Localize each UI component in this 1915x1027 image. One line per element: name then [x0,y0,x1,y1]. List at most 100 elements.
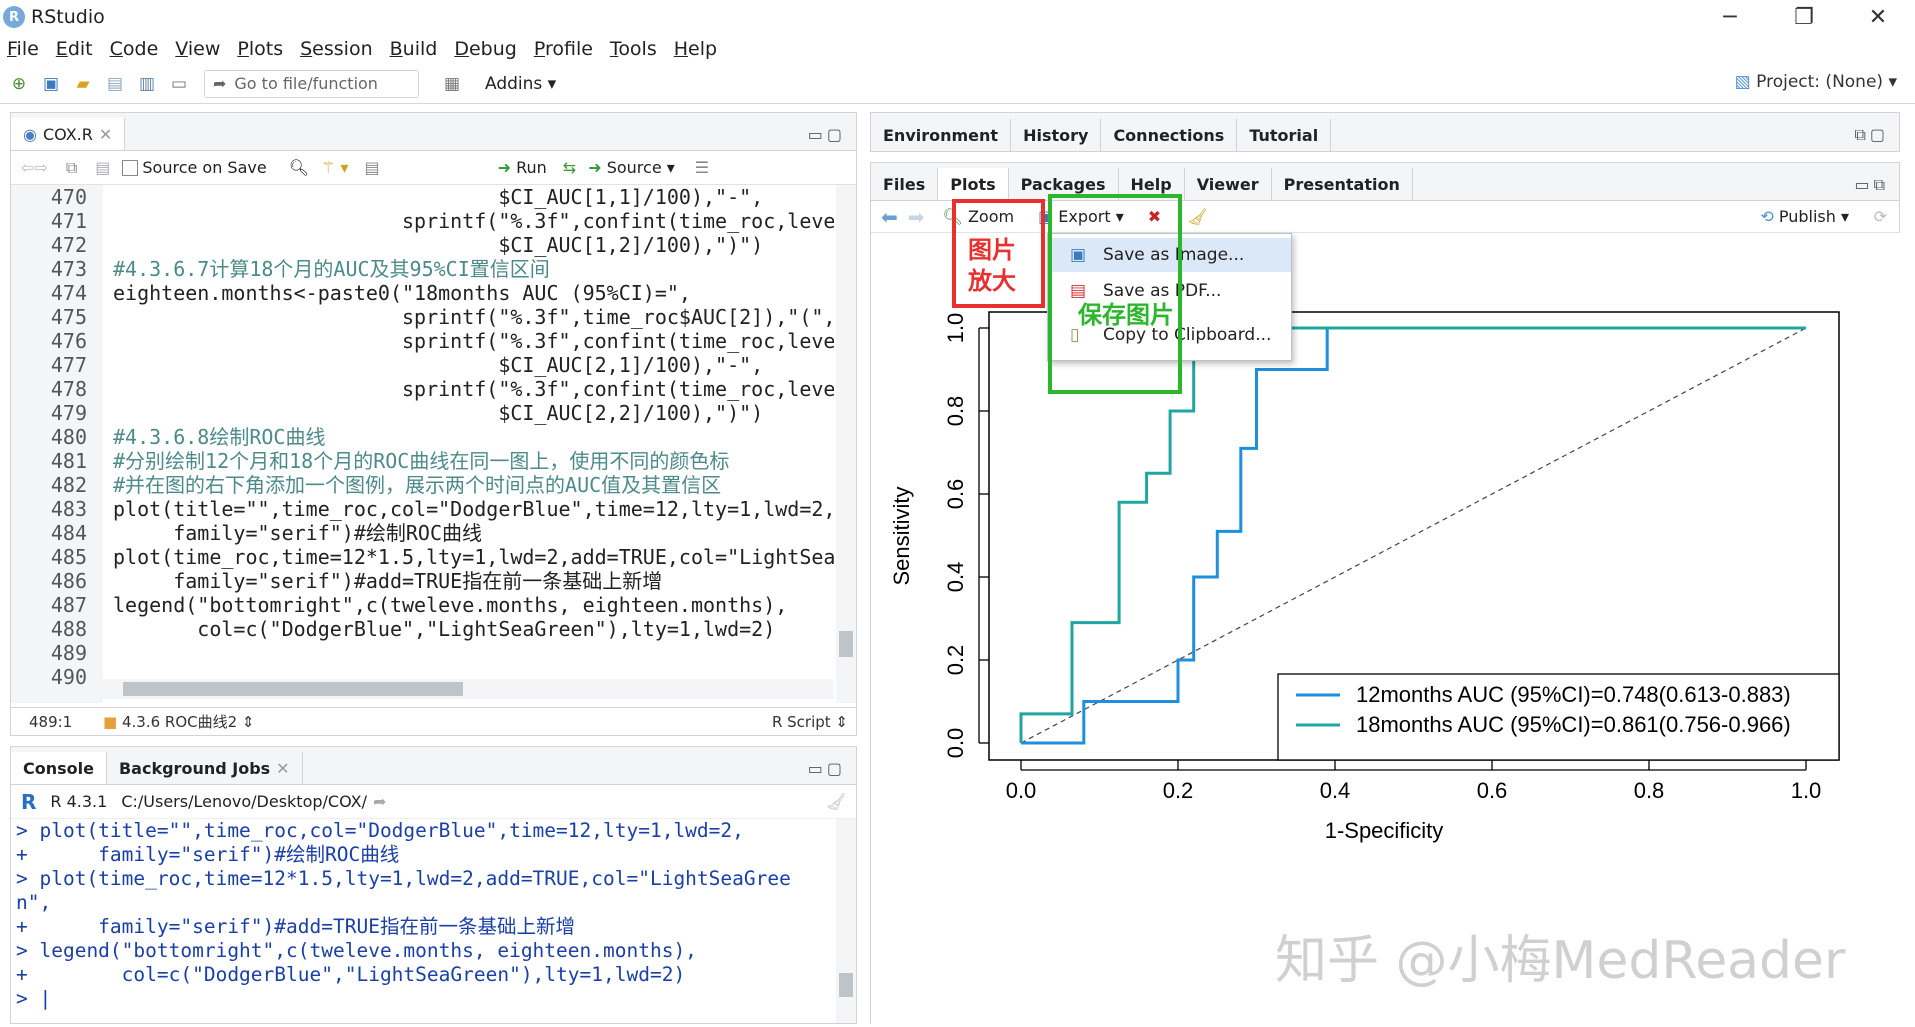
code-line[interactable]: $CI_AUC[2,1]/100),"-", [113,353,834,377]
code-line[interactable]: #并在图的右下角添加一个图例，展示两个时间点的AUC值及其置信区 [113,473,834,497]
print-icon[interactable]: ▭ [166,71,192,97]
files-tabstrip: Files Plots Packages Help Viewer Present… [871,163,1899,201]
source-button[interactable]: ➜ Source ▾ [588,158,675,177]
show-in-window-icon[interactable]: ⧉ [66,158,77,178]
refresh-icon[interactable]: ⟳ [1874,207,1887,226]
code-line[interactable]: family="serif")#绘制ROC曲线 [113,521,834,545]
code-line[interactable]: col=c("DodgerBlue","LightSeaGreen"),lty=… [113,617,834,641]
file-type-selector[interactable]: R Script ⇕ [772,713,848,731]
console-line: + family="serif")#绘制ROC曲线 [16,843,400,866]
code-editor[interactable]: 470 471 472 473 474 475 476 477 478 479 480 481 482 4… [11,185,834,703]
pane-minmax[interactable]: ▭⧉ [1854,175,1889,195]
publish-button[interactable]: ⟲ Publish ▾ [1760,207,1849,226]
magic-wand-icon[interactable]: ⚚ ▾ [321,158,348,177]
code-line[interactable]: sprintf("%.3f",confint(time_roc,level= [113,377,834,401]
menu-tools[interactable]: Tools [610,38,657,60]
back-icon[interactable]: ⇦⇨ [21,158,48,177]
menu-build[interactable]: Build [390,38,438,60]
next-plot-icon[interactable]: ➡ [908,205,925,229]
code-line[interactable]: legend("bottomright",c(tweleve.months, e… [113,593,834,617]
legend-entry: 18months AUC (95%CI)=0.861(0.756-0.966) [1356,712,1791,737]
line-number-gutter: 470 471 472 473 474 475 476 477 478 479 480 481 482 4… [11,185,103,703]
x-tick-label: 1.0 [1791,778,1822,803]
save-file-icon[interactable]: ▤ [95,158,110,177]
code-line[interactable]: plot(title="",time_roc,col="DodgerBlue",… [113,497,834,521]
tab-background-jobs[interactable]: Background Jobs ✕ [107,752,303,784]
line-number: 484 [50,521,87,545]
code-lines[interactable]: $CI_AUC[1,1]/100),"-", sprintf("%.3f",co… [113,185,834,689]
line-number: 473 [50,257,87,281]
code-line[interactable]: #分别绘制12个月和18个月的ROC曲线在同一图上，使用不同的颜色标 [113,449,834,473]
compile-report-icon[interactable]: ▤ [364,158,379,177]
go-to-directory-icon[interactable]: ➦ [373,792,386,811]
search-icon[interactable]: 🔍︎ [289,158,309,177]
code-line[interactable]: sprintf("%.3f",confint(time_roc,level=0.… [113,209,834,233]
line-number: 483 [50,497,87,521]
clear-plots-icon[interactable]: 🧹︎ [1187,207,1207,226]
code-line[interactable] [113,641,834,665]
code-line[interactable]: #4.3.6.7计算18个月的AUC及其95%CI置信区间 [113,257,834,281]
code-line[interactable]: #4.3.6.8绘制ROC曲线 [113,425,834,449]
code-line[interactable]: family="serif")#add=TRUE指在前一条基础上新增 [113,569,834,593]
tab-tutorial[interactable]: Tutorial [1237,119,1332,151]
rerun-icon[interactable]: ⇆ [563,158,576,177]
clear-console-icon[interactable]: 🧹︎ [826,792,846,811]
source-on-save-checkbox[interactable] [122,159,139,176]
code-line[interactable]: $CI_AUC[1,1]/100),"-", [113,185,834,209]
x-tick-label: 0.2 [1163,778,1194,803]
menu-edit[interactable]: Edit [56,38,93,60]
console-line: + col=c("DodgerBlue","LightSeaGreen"),lt… [16,963,686,986]
pane-minmax[interactable]: ▭▢ [808,759,846,778]
line-number: 474 [50,281,87,305]
new-file-icon[interactable]: ⊕ [6,71,32,97]
tab-cox-r[interactable]: ◉ COX.R ✕ [11,118,126,150]
console-output[interactable]: > plot(title="",time_roc,col="DodgerBlue… [11,819,851,1011]
project-menu[interactable]: ▧ Project: (None) ▾ [1735,72,1897,92]
section-navigator[interactable]: ■ 4.3.6 ROC曲线2 ⇕ [103,711,255,732]
menu-help[interactable]: Help [674,38,717,60]
menu-code[interactable]: Code [110,38,159,60]
open-file-icon[interactable]: ▰ [70,71,96,97]
menu-plots[interactable]: Plots [237,38,283,60]
editor-horizontal-scrollbar[interactable] [103,679,834,699]
code-line[interactable]: sprintf("%.3f",confint(time_roc,level= [113,329,834,353]
code-line[interactable]: plot(time_roc,time=12*1.5,lty=1,lwd=2,ad… [113,545,834,569]
menu-debug[interactable]: Debug [454,38,517,60]
close-tab-icon[interactable]: ✕ [99,125,112,144]
previous-plot-icon[interactable]: ⬅ [881,205,898,229]
maximize-button[interactable]: ❐ [1767,0,1841,34]
run-button[interactable]: ➜ Run [498,158,547,177]
tab-files[interactable]: Files [871,168,939,200]
tab-presentation[interactable]: Presentation [1272,168,1413,200]
tab-viewer[interactable]: Viewer [1185,168,1272,200]
menu-view[interactable]: View [175,38,220,60]
code-line[interactable]: eighteen.months<-paste0("18months AUC (9… [113,281,834,305]
line-number: 475 [50,305,87,329]
addins-menu[interactable]: Addins ▾ [485,74,556,94]
y-tick-label: 0.2 [943,645,968,676]
tab-connections[interactable]: Connections [1101,119,1238,151]
go-to-file-input[interactable]: ➦ Go to file/function [204,69,419,98]
code-line[interactable]: sprintf("%.3f",time_roc$AUC[2]),"(", [113,305,834,329]
editor-vertical-scrollbar[interactable] [836,185,856,703]
code-line[interactable]: $CI_AUC[2,2]/100),")") [113,401,834,425]
tab-console[interactable]: Console [11,752,107,784]
tab-plots[interactable]: Plots [938,168,1009,200]
close-button[interactable]: ✕ [1841,0,1915,34]
menu-file[interactable]: File [7,38,39,60]
pane-minmax[interactable]: ▭▢ [808,125,846,144]
code-line[interactable]: $CI_AUC[1,2]/100),")") [113,233,834,257]
tab-environment[interactable]: Environment [871,119,1012,151]
save-icon[interactable]: ▤ [102,71,128,97]
console-scrollbar[interactable] [836,819,856,1023]
minimize-button[interactable]: ─ [1693,0,1767,34]
grid-icon[interactable]: ▦ [439,71,465,97]
working-directory: C:/Users/Lenovo/Desktop/COX/ [121,792,367,811]
tab-history[interactable]: History [1011,119,1102,151]
outline-icon[interactable]: ☰ [695,158,709,177]
menu-profile[interactable]: Profile [534,38,593,60]
save-all-icon[interactable]: ▥ [134,71,160,97]
new-project-icon[interactable]: ▣ [38,71,64,97]
menu-session[interactable]: Session [300,38,373,60]
pane-minmax[interactable]: ⧉▢ [1854,125,1889,145]
